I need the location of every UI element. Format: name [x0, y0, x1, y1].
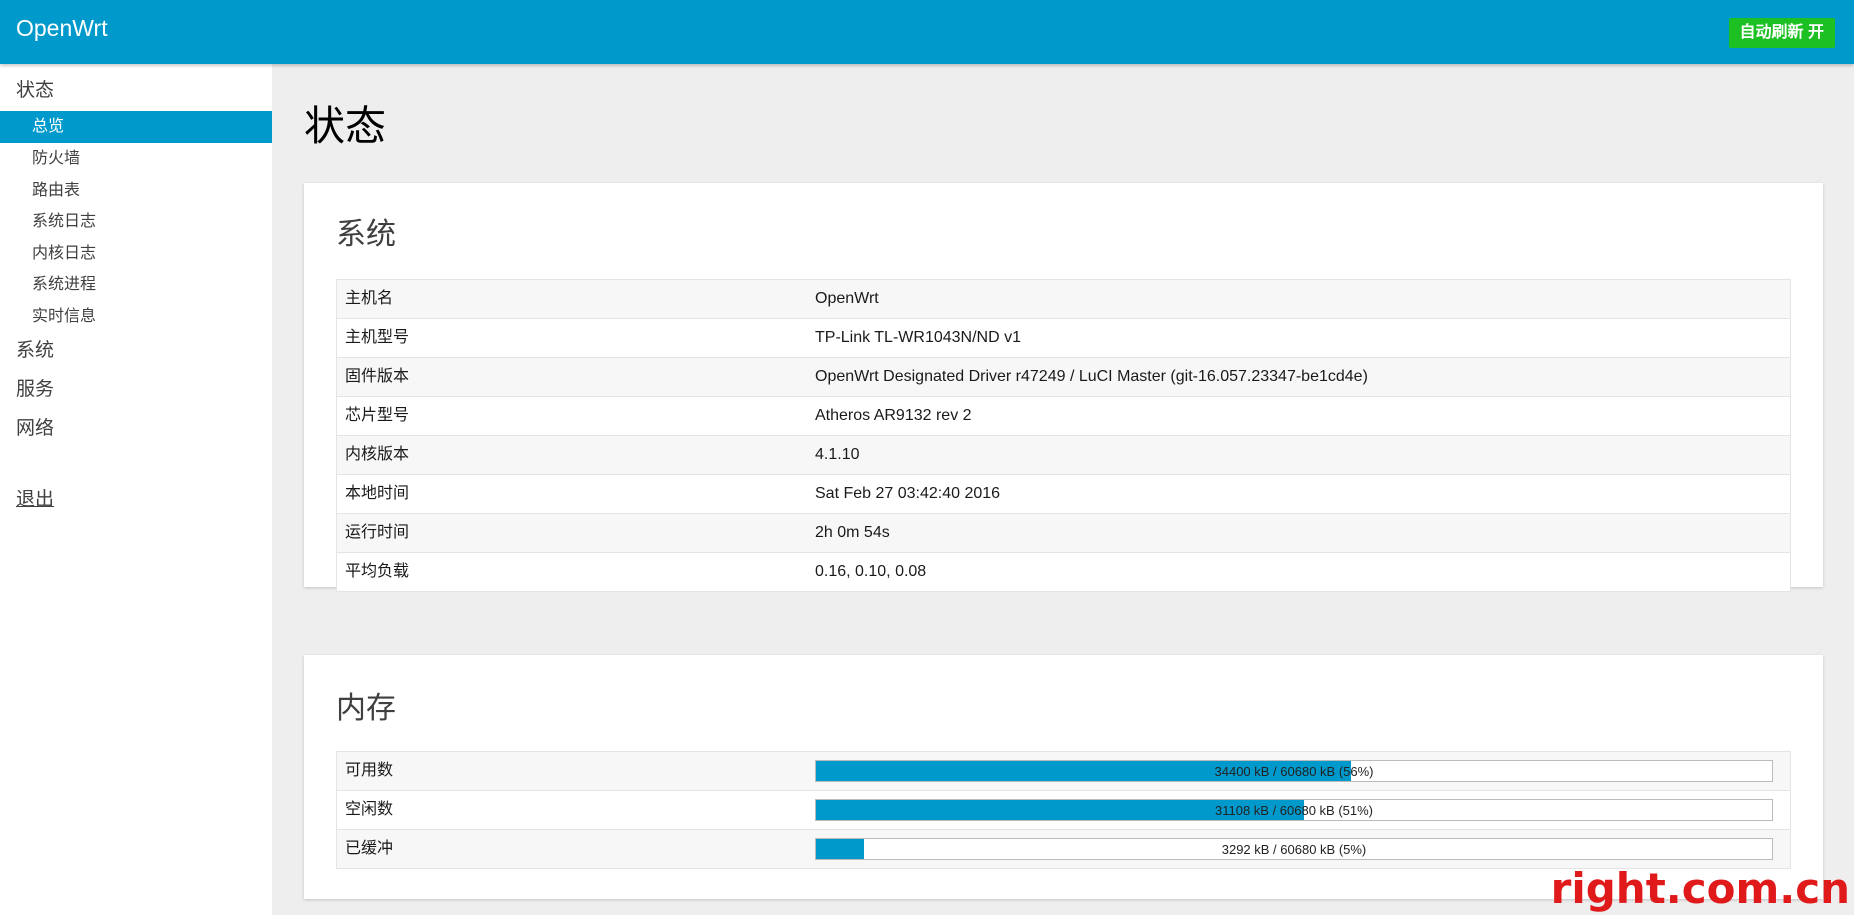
table-row: 可用数 34400 kB / 60680 kB (56%): [337, 752, 1790, 791]
menu-kernel-log[interactable]: 内核日志: [0, 238, 272, 270]
row-value: OpenWrt: [815, 290, 879, 307]
row-value: Atheros AR9132 rev 2: [815, 407, 972, 424]
table-row: 芯片型号 Atheros AR9132 rev 2: [337, 397, 1790, 436]
row-label: 空闲数: [345, 801, 394, 818]
table-row: 固件版本 OpenWrt Designated Driver r47249 / …: [337, 358, 1790, 397]
row-label: 主机名: [345, 290, 394, 307]
table-row: 主机型号 TP-Link TL-WR1043N/ND v1: [337, 319, 1790, 358]
row-label: 主机型号: [345, 329, 410, 346]
menu-status[interactable]: 状态: [0, 75, 272, 107]
row-value: 34400 kB / 60680 kB (56%): [815, 752, 1790, 790]
row-value: 4.1.10: [815, 446, 860, 463]
system-section-title: 系统: [336, 218, 396, 251]
progress-bar: 3292 kB / 60680 kB (5%): [815, 838, 1773, 860]
progress-bar: 34400 kB / 60680 kB (56%): [815, 760, 1773, 782]
auto-refresh-toggle[interactable]: 自动刷新 开: [1728, 18, 1835, 48]
row-value: Sat Feb 27 03:42:40 2016: [815, 485, 1001, 502]
row-label: 芯片型号: [345, 407, 410, 424]
brand-link[interactable]: OpenWrt: [16, 15, 108, 42]
row-value: 3292 kB / 60680 kB (5%): [815, 830, 1790, 868]
logout-link[interactable]: 退出: [0, 484, 272, 516]
memory-card: 内存 可用数 34400 kB / 60680 kB (56%) 空闲数 311…: [304, 655, 1823, 899]
row-value: TP-Link TL-WR1043N/ND v1: [815, 329, 1021, 346]
row-label: 本地时间: [345, 485, 410, 502]
menu-overview[interactable]: 总览: [0, 111, 272, 143]
table-row: 平均负载 0.16, 0.10, 0.08: [337, 553, 1790, 592]
row-value: 0.16, 0.10, 0.08: [815, 563, 927, 580]
main-content: 状态 系统 主机名 OpenWrt 主机型号 TP-Link TL-WR1043…: [272, 64, 1854, 915]
menu-system-log[interactable]: 系统日志: [0, 206, 272, 238]
table-row: 本地时间 Sat Feb 27 03:42:40 2016: [337, 475, 1790, 514]
progress-bar: 31108 kB / 60680 kB (51%): [815, 799, 1773, 821]
row-label: 已缓冲: [345, 840, 394, 857]
memory-table: 可用数 34400 kB / 60680 kB (56%) 空闲数 31108 …: [336, 751, 1791, 869]
row-label: 运行时间: [345, 524, 410, 541]
sidebar: 状态 总览 防火墙 路由表 系统日志 内核日志 系统进程 实时信息 系统 服务 …: [0, 64, 272, 915]
menu-routes[interactable]: 路由表: [0, 175, 272, 207]
system-table: 主机名 OpenWrt 主机型号 TP-Link TL-WR1043N/ND v…: [336, 279, 1791, 592]
watermark-logo: right.com.cn: [1550, 864, 1850, 913]
row-value: OpenWrt Designated Driver r47249 / LuCI …: [815, 368, 1368, 385]
row-value: 31108 kB / 60680 kB (51%): [815, 791, 1790, 829]
menu-services[interactable]: 服务: [0, 374, 272, 406]
table-row: 主机名 OpenWrt: [337, 280, 1790, 319]
row-label: 可用数: [345, 762, 394, 779]
table-row: 内核版本 4.1.10: [337, 436, 1790, 475]
memory-section-title: 内存: [336, 692, 396, 725]
menu-firewall[interactable]: 防火墙: [0, 143, 272, 175]
progress-text: 31108 kB / 60680 kB (51%): [1214, 803, 1374, 818]
top-bar: OpenWrt 自动刷新 开: [0, 0, 1854, 64]
progress-text: 3292 kB / 60680 kB (5%): [1221, 842, 1367, 857]
menu-processes[interactable]: 系统进程: [0, 269, 272, 301]
menu-system[interactable]: 系统: [0, 335, 272, 367]
system-card: 系统 主机名 OpenWrt 主机型号 TP-Link TL-WR1043N/N…: [304, 183, 1823, 592]
menu-realtime[interactable]: 实时信息: [0, 301, 272, 333]
row-label: 平均负载: [345, 563, 410, 580]
row-label: 固件版本: [345, 368, 410, 385]
row-value: 2h 0m 54s: [815, 524, 890, 541]
table-row: 运行时间 2h 0m 54s: [337, 514, 1790, 553]
page-title: 状态: [304, 103, 386, 149]
row-label: 内核版本: [345, 446, 410, 463]
menu-network[interactable]: 网络: [0, 413, 272, 445]
progress-text: 34400 kB / 60680 kB (56%): [1214, 764, 1374, 779]
table-row: 空闲数 31108 kB / 60680 kB (51%): [337, 791, 1790, 830]
